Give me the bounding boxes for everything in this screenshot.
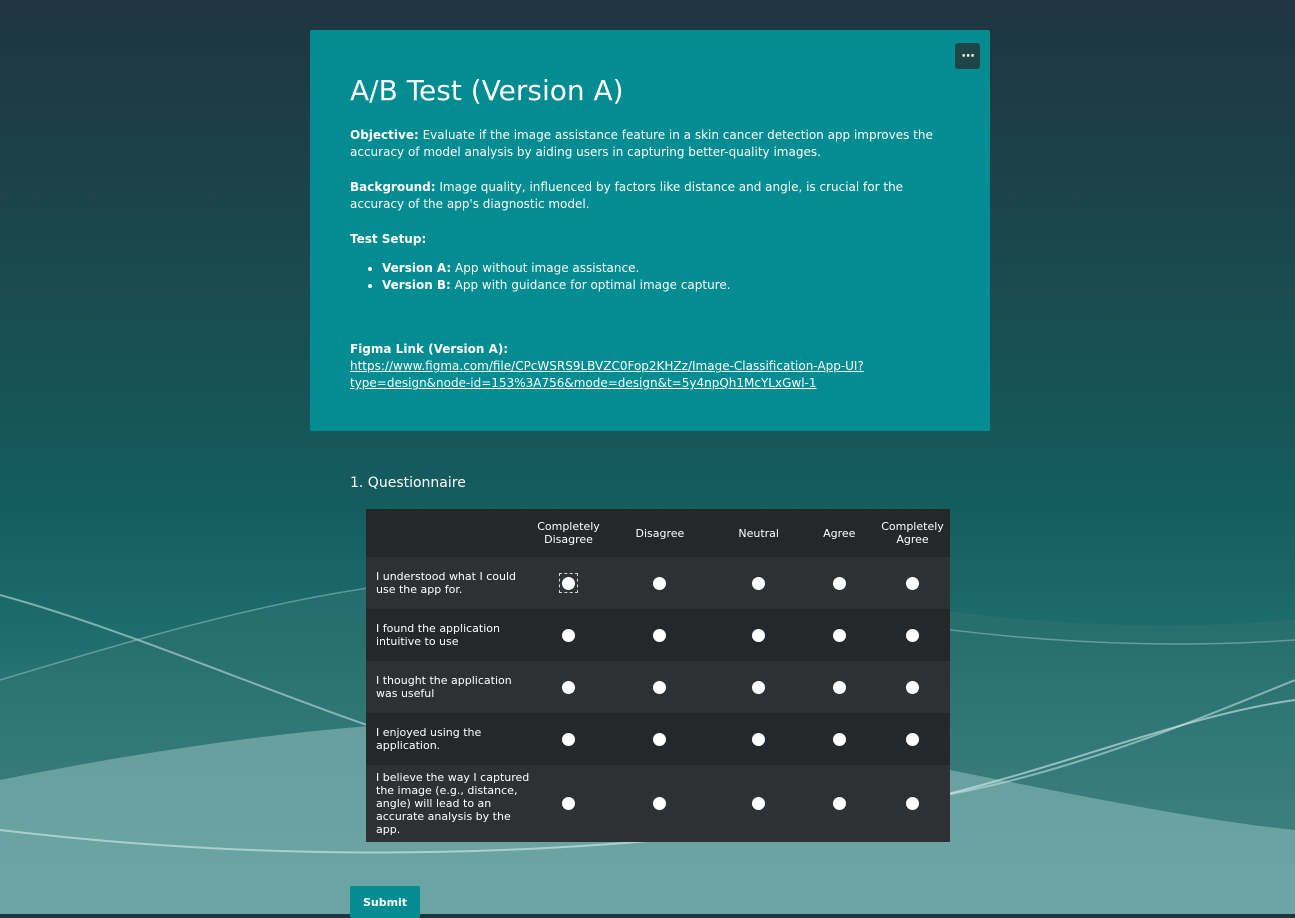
radio-option[interactable]: [832, 797, 846, 811]
radio-option[interactable]: [562, 628, 575, 642]
background-paragraph: Background: Image quality, influenced by…: [350, 179, 955, 213]
setup-heading: Test Setup:: [350, 231, 426, 248]
radio-option[interactable]: [832, 628, 846, 642]
likert-row: I believe the way I captured the image (…: [366, 765, 950, 842]
background-label: Background:: [350, 180, 436, 194]
version-a-label: Version A:: [382, 261, 452, 275]
radio-option[interactable]: [562, 680, 575, 694]
radio-option[interactable]: [752, 680, 766, 694]
form-header-card: ⋯ A/B Test (Version A) Objective: Evalua…: [310, 30, 990, 431]
objective-paragraph: Objective: Evaluate if the image assista…: [350, 127, 955, 161]
setup-item-version-a: Version A: App without image assistance.: [382, 260, 731, 277]
radio-option[interactable]: [752, 732, 766, 746]
figma-label: Figma Link (Version A):: [350, 342, 509, 356]
column-header: Completely Disagree: [537, 520, 600, 546]
radio-option[interactable]: [653, 732, 667, 746]
likert-row: I found the application intuitive to use: [366, 609, 950, 661]
radio-option[interactable]: [832, 680, 846, 694]
figma-heading: Figma Link (Version A):: [350, 341, 955, 358]
likert-row: I understood what I could use the app fo…: [366, 557, 950, 609]
version-b-label: Version B:: [382, 278, 451, 292]
figma-link[interactable]: https://www.figma.com/file/CPcWSRS9LBVZC…: [350, 358, 950, 392]
row-statement: I believe the way I captured the image (…: [376, 771, 530, 836]
setup-label: Test Setup:: [350, 232, 427, 246]
row-statement: I enjoyed using the application.: [376, 726, 482, 752]
setup-item-version-b: Version B: App with guidance for optimal…: [382, 277, 731, 294]
likert-row: I thought the application was useful: [366, 661, 950, 713]
more-options-button[interactable]: ⋯: [955, 43, 980, 69]
objective-text: Evaluate if the image assistance feature…: [350, 128, 933, 159]
version-b-text: App with guidance for optimal image capt…: [450, 278, 731, 292]
likert-header-row: Completely Disagree Disagree Neutral Agr…: [366, 509, 950, 557]
objective-label: Objective:: [350, 128, 419, 142]
likert-row: I enjoyed using the application.: [366, 713, 950, 765]
column-header: Agree: [823, 526, 856, 540]
radio-option[interactable]: [906, 576, 919, 590]
radio-option[interactable]: [653, 628, 667, 642]
likert-grid: Completely Disagree Disagree Neutral Agr…: [366, 509, 950, 842]
radio-option[interactable]: [562, 732, 575, 746]
radio-option[interactable]: [562, 797, 575, 811]
radio-option[interactable]: [752, 797, 766, 811]
question-title: 1. Questionnaire: [350, 475, 466, 491]
radio-option[interactable]: [832, 576, 846, 590]
radio-option[interactable]: [906, 680, 919, 694]
radio-option[interactable]: [752, 628, 766, 642]
radio-option[interactable]: [562, 576, 575, 590]
radio-option[interactable]: [653, 680, 667, 694]
form-title: A/B Test (Version A): [350, 74, 624, 107]
focus-indicator: [559, 573, 578, 593]
header-empty-cell: [366, 509, 531, 557]
radio-option[interactable]: [653, 576, 667, 590]
row-statement: I found the application intuitive to use: [376, 622, 500, 648]
column-header: Completely Agree: [881, 520, 944, 546]
setup-list: Version A: App without image assistance.…: [350, 260, 731, 294]
more-icon: ⋯: [961, 48, 975, 64]
radio-option[interactable]: [906, 797, 919, 811]
radio-option[interactable]: [906, 628, 919, 642]
radio-option[interactable]: [906, 732, 919, 746]
radio-option[interactable]: [832, 732, 846, 746]
row-statement: I understood what I could use the app fo…: [376, 570, 516, 596]
submit-button[interactable]: Submit: [350, 886, 420, 918]
row-statement: I thought the application was useful: [376, 674, 512, 700]
column-header: Neutral: [738, 526, 779, 540]
radio-option[interactable]: [752, 576, 766, 590]
version-a-text: App without image assistance.: [451, 261, 640, 275]
radio-option[interactable]: [653, 797, 667, 811]
column-header: Disagree: [635, 526, 685, 540]
